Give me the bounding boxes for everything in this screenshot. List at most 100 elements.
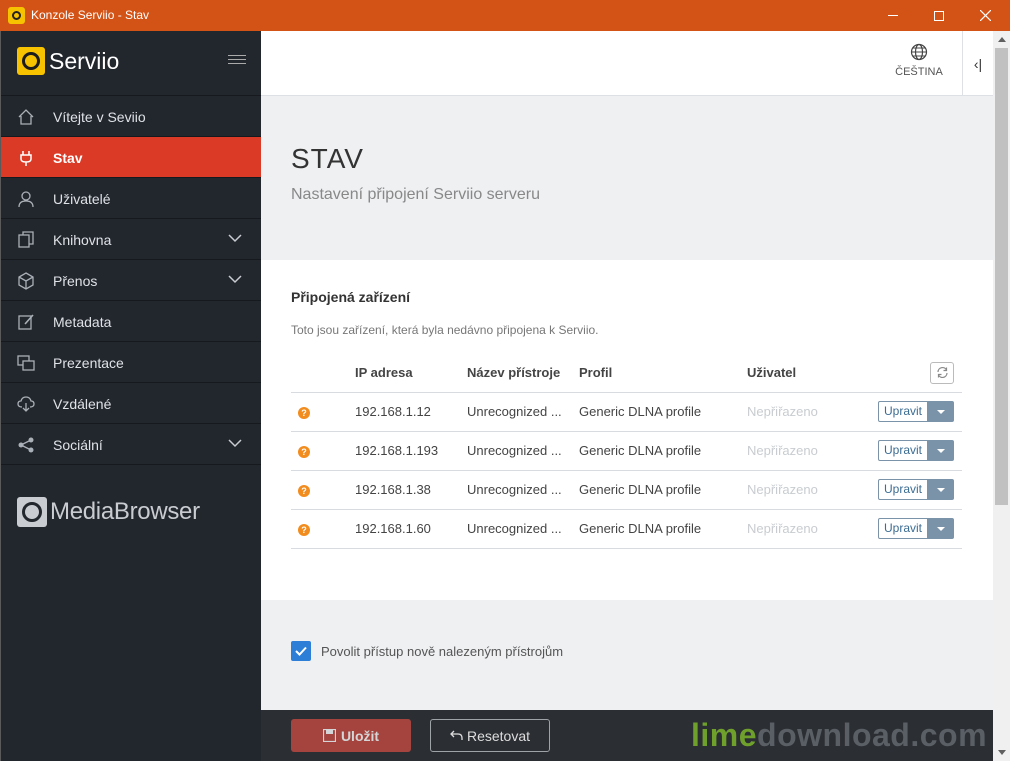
device-profile: Generic DLNA profile xyxy=(579,470,747,510)
presentation-icon xyxy=(17,355,35,371)
page-subtitle: Nastavení připojení Serviio serveru xyxy=(291,186,541,203)
sidebar-item-label: Přenos xyxy=(53,273,98,289)
caret-down-icon xyxy=(937,526,945,531)
plug-icon xyxy=(20,151,32,166)
device-ip: 192.168.1.193 xyxy=(355,431,467,471)
mediabrowser-logo-icon xyxy=(17,497,47,527)
column-header-ip: IP adresa xyxy=(355,354,467,393)
share-icon xyxy=(18,437,34,453)
section-title: Připojená zařízení xyxy=(291,289,411,305)
edit-icon xyxy=(18,314,34,330)
section-description: Toto jsou zařízení, která byla nedávno p… xyxy=(291,323,599,337)
device-user: Nepřiřazeno xyxy=(747,431,867,471)
checkmark-icon xyxy=(295,646,307,656)
device-name: Unrecognized ... xyxy=(467,470,579,510)
hamburger-menu-icon[interactable] xyxy=(228,55,246,67)
scrollbar-thumb[interactable] xyxy=(995,48,1008,505)
undo-icon xyxy=(450,730,463,740)
edit-button-group: Upravit xyxy=(877,440,954,461)
close-button[interactable] xyxy=(962,0,1008,31)
sidebar-item-users[interactable]: Uživatelé xyxy=(1,178,261,219)
sidebar-item-label: Uživatelé xyxy=(53,191,111,207)
cloud-download-icon xyxy=(17,396,35,412)
edit-dropdown-button[interactable] xyxy=(928,518,954,539)
refresh-button[interactable] xyxy=(930,361,954,384)
sidebar-item-label: Metadata xyxy=(53,314,112,330)
sidebar-item-label: Prezentace xyxy=(53,355,124,371)
vertical-scrollbar[interactable] xyxy=(993,31,1010,761)
sidebar-item-metadata[interactable]: Metadata xyxy=(1,301,261,342)
serviio-app-icon xyxy=(8,7,25,24)
column-header-device-name: Název přístroje xyxy=(467,354,579,393)
edit-dropdown-button[interactable] xyxy=(928,479,954,500)
library-icon xyxy=(18,231,34,248)
table-row: ? 192.168.1.193 Unrecognized ... Generic… xyxy=(291,431,962,471)
device-name: Unrecognized ... xyxy=(467,509,579,549)
question-icon: ? xyxy=(298,485,310,497)
sidebar-item-status[interactable]: Stav xyxy=(1,137,261,178)
sidebar-item-library[interactable]: Knihovna xyxy=(1,219,261,260)
allow-new-devices-checkbox[interactable] xyxy=(291,641,311,661)
edit-button[interactable]: Upravit xyxy=(877,440,928,461)
sidebar: Serviio Vítejte v Seviio Stav Uživatelé … xyxy=(0,31,261,761)
language-selector[interactable]: ČEŠTINA xyxy=(891,43,947,78)
sidebar-item-transcoding[interactable]: Přenos xyxy=(1,260,261,301)
table-header-row: IP adresa Název přístroje Profil Uživate… xyxy=(291,354,962,393)
edit-button[interactable]: Upravit xyxy=(877,479,928,500)
chevron-down-icon xyxy=(228,439,242,448)
collapse-icon: ‹| xyxy=(973,55,983,72)
device-ip: 192.168.1.12 xyxy=(355,392,467,432)
minimize-button[interactable] xyxy=(870,0,916,31)
footer-bar: Uložit Resetovat lime download.com xyxy=(261,710,993,761)
serviio-logo-icon xyxy=(17,47,45,75)
edit-dropdown-button[interactable] xyxy=(928,401,954,422)
chevron-down-icon xyxy=(228,275,242,284)
connected-devices-panel: Připojená zařízení Toto jsou zařízení, k… xyxy=(261,260,993,600)
edit-dropdown-button[interactable] xyxy=(928,440,954,461)
edit-button-group: Upravit xyxy=(877,518,954,539)
refresh-icon xyxy=(936,367,948,379)
sidebar-item-label: Sociální xyxy=(53,437,103,453)
device-profile: Generic DLNA profile xyxy=(579,509,747,549)
sidebar-item-remote[interactable]: Vzdálené xyxy=(1,383,261,424)
serviio-logo[interactable]: Serviio xyxy=(17,47,119,75)
collapse-panel-button[interactable]: ‹| xyxy=(962,31,993,96)
sidebar-item-welcome[interactable]: Vítejte v Seviio xyxy=(1,96,261,137)
device-user: Nepřiřazeno xyxy=(747,509,867,549)
scroll-down-button[interactable] xyxy=(993,744,1010,761)
main-content: ČEŠTINA ‹| STAV Nastavení připojení Serv… xyxy=(261,31,993,761)
edit-button[interactable]: Upravit xyxy=(877,518,928,539)
close-icon xyxy=(979,10,991,21)
minimize-icon xyxy=(888,15,898,16)
sidebar-header: Serviio xyxy=(1,31,261,96)
question-icon: ? xyxy=(298,524,310,536)
window-title: Konzole Serviio - Stav xyxy=(31,8,150,22)
sidebar-item-label: Knihovna xyxy=(53,232,112,248)
device-ip: 192.168.1.60 xyxy=(355,509,467,549)
reset-button-label: Resetovat xyxy=(466,727,531,744)
device-user: Nepřiřazeno xyxy=(747,470,867,510)
save-button[interactable]: Uložit xyxy=(291,719,411,752)
device-name: Unrecognized ... xyxy=(467,431,579,471)
status-column-header xyxy=(291,354,355,393)
chevron-down-icon xyxy=(228,234,242,243)
device-ip: 192.168.1.38 xyxy=(355,470,467,510)
edit-button[interactable]: Upravit xyxy=(877,401,928,422)
cube-icon xyxy=(18,272,34,290)
mediabrowser-logo[interactable]: MediaBrowser xyxy=(17,497,200,527)
table-row: ? 192.168.1.12 Unrecognized ... Generic … xyxy=(291,392,962,432)
actions-column-header xyxy=(867,354,962,393)
sidebar-item-social[interactable]: Sociální xyxy=(1,424,261,465)
sidebar-item-presentation[interactable]: Prezentace xyxy=(1,342,261,383)
device-name: Unrecognized ... xyxy=(467,392,579,432)
column-header-user: Uživatel xyxy=(747,354,867,393)
sidebar-item-label: Stav xyxy=(53,150,83,166)
scroll-up-button[interactable] xyxy=(993,31,1010,48)
question-icon: ? xyxy=(298,407,310,419)
caret-down-icon xyxy=(937,409,945,414)
maximize-button[interactable] xyxy=(916,0,962,31)
globe-icon xyxy=(910,43,928,61)
device-user: Nepřiřazeno xyxy=(747,392,867,432)
table-row: ? 192.168.1.60 Unrecognized ... Generic … xyxy=(291,509,962,549)
reset-button[interactable]: Resetovat xyxy=(430,719,550,752)
